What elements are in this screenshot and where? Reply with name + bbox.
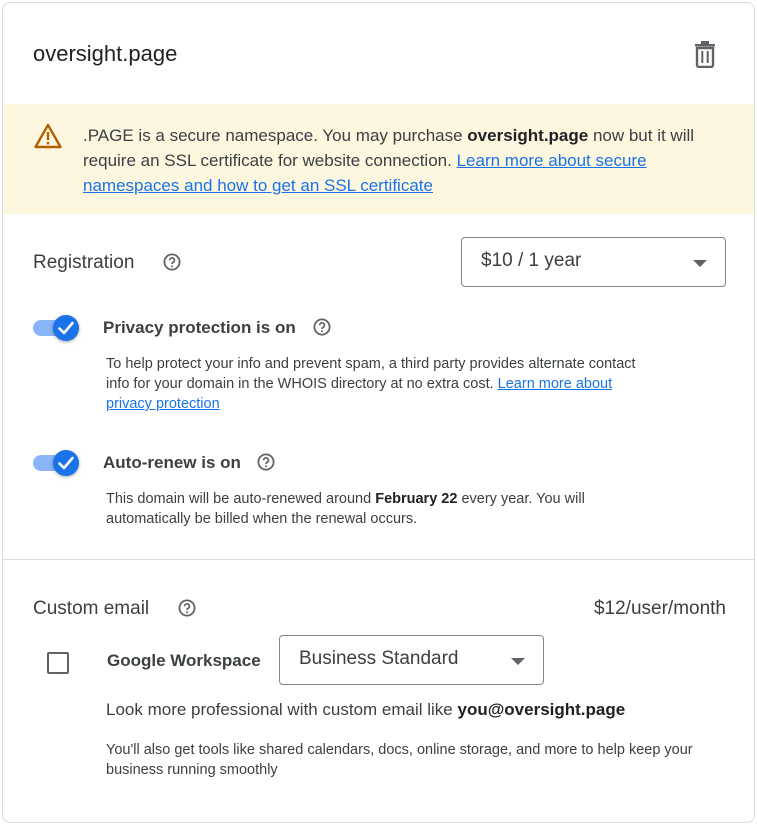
- chevron-down-icon: [511, 658, 525, 665]
- warning-text-pre: .PAGE is a secure namespace. You may pur…: [83, 126, 468, 145]
- registration-help-icon[interactable]: [163, 253, 181, 271]
- auto-renew-description: This domain will be auto-renewed around …: [106, 489, 646, 529]
- auto-renew-label: Auto-renew is on: [103, 453, 241, 472]
- auto-renew-help-icon[interactable]: [257, 453, 275, 471]
- chevron-down-icon: [693, 260, 707, 267]
- registration-period-value: $10 / 1 year: [481, 250, 582, 271]
- card-header: oversight.page: [3, 3, 754, 104]
- section-divider: [3, 559, 754, 560]
- privacy-description: To help protect your info and prevent sp…: [106, 354, 646, 414]
- workspace-plan-select[interactable]: Business Standard: [279, 635, 544, 685]
- workspace-plan-value: Business Standard: [299, 648, 459, 669]
- warning-icon: [34, 123, 62, 149]
- registration-title: Registration: [33, 252, 135, 273]
- custom-email-price: $12/user/month: [593, 598, 726, 619]
- promo-text-pre: Look more professional with custom email…: [106, 700, 458, 719]
- ssl-warning-banner: .PAGE is a secure namespace. You may pur…: [3, 104, 754, 214]
- google-workspace-checkbox[interactable]: [47, 652, 69, 674]
- privacy-protection-label: Privacy protection is on: [103, 318, 296, 337]
- warning-text: .PAGE is a secure namespace. You may pur…: [83, 123, 723, 198]
- trash-icon: [695, 41, 715, 69]
- privacy-protection-toggle[interactable]: [33, 314, 79, 342]
- auto-renew-date: February 22: [375, 491, 458, 507]
- delete-button[interactable]: [693, 40, 717, 69]
- privacy-help-icon[interactable]: [313, 318, 331, 336]
- custom-email-promo: Look more professional with custom email…: [106, 700, 625, 720]
- custom-email-title: Custom email: [33, 598, 150, 619]
- domain-title: oversight.page: [33, 41, 178, 66]
- promo-email: you@oversight.page: [457, 700, 626, 719]
- check-icon: [58, 321, 74, 335]
- auto-renew-desc-pre: This domain will be auto-renewed around: [106, 491, 376, 507]
- google-workspace-label: Google Workspace: [107, 651, 261, 670]
- warning-domain: oversight.page: [467, 126, 589, 145]
- custom-email-description: You'll also get tools like shared calend…: [106, 742, 693, 778]
- registration-period-select[interactable]: $10 / 1 year: [461, 237, 726, 287]
- domain-card: oversight.page .PAGE is a secure namespa…: [2, 2, 755, 823]
- custom-email-help-icon[interactable]: [178, 599, 196, 617]
- check-icon: [58, 456, 74, 470]
- auto-renew-toggle[interactable]: [33, 449, 79, 477]
